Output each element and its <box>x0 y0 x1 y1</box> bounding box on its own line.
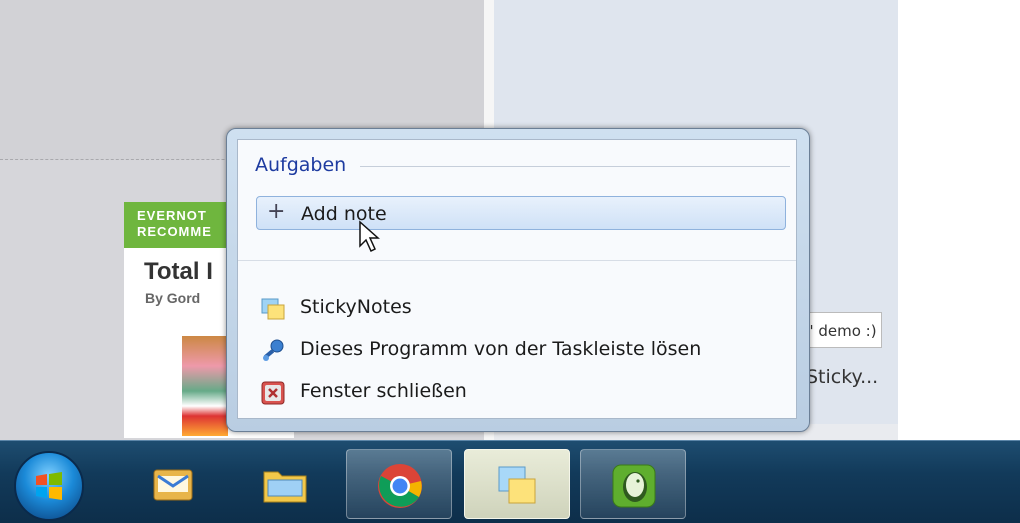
stickynotes-label: StickyNotes <box>300 296 412 318</box>
jump-list-header: Aufgaben <box>255 154 347 176</box>
stickynotes-icon <box>498 466 536 504</box>
stickynotes-app-icon <box>260 296 286 322</box>
promo-author: By Gord <box>145 290 201 306</box>
evernote-icon <box>612 464 656 508</box>
jump-item-unpin[interactable]: Dieses Programm von der Taskleiste lösen <box>256 334 776 366</box>
right-background-area <box>898 0 1020 440</box>
jump-list-body: Aufgaben + Add note StickyNotes Dieses P… <box>237 139 797 419</box>
taskbar-jump-list: Aufgaben + Add note StickyNotes Dieses P… <box>226 128 810 432</box>
outlook-mail-icon <box>153 469 193 501</box>
taskbar-chrome-button[interactable] <box>346 449 452 519</box>
book-cover-image <box>182 336 228 436</box>
unpin-icon <box>260 338 286 364</box>
add-note-task[interactable]: + Add note <box>256 196 786 230</box>
promo-title: Total I <box>144 258 213 285</box>
plus-icon: + <box>267 199 286 224</box>
unpin-label: Dieses Programm von der Taskleiste lösen <box>300 338 702 360</box>
mouse-pointer-icon <box>359 220 380 253</box>
close-window-label: Fenster schließen <box>300 380 467 402</box>
jump-list-separator <box>238 260 796 261</box>
jump-item-stickynotes[interactable]: StickyNotes <box>256 292 776 324</box>
taskbar-outlook-button[interactable] <box>120 449 226 519</box>
header-divider <box>360 166 790 167</box>
taskbar-explorer-button[interactable] <box>232 449 338 519</box>
sticky-window-caption: Sticky... <box>806 366 879 388</box>
close-window-icon <box>260 380 286 406</box>
start-orb-icon[interactable] <box>14 451 84 521</box>
windows-taskbar <box>0 440 1020 523</box>
demo-label: ' demo :) <box>804 312 882 348</box>
taskbar-stickynotes-button[interactable] <box>464 449 570 519</box>
chrome-icon <box>378 464 422 508</box>
jump-item-close-window[interactable]: Fenster schließen <box>256 376 776 408</box>
file-explorer-icon <box>263 471 307 503</box>
taskbar-evernote-button[interactable] <box>580 449 686 519</box>
